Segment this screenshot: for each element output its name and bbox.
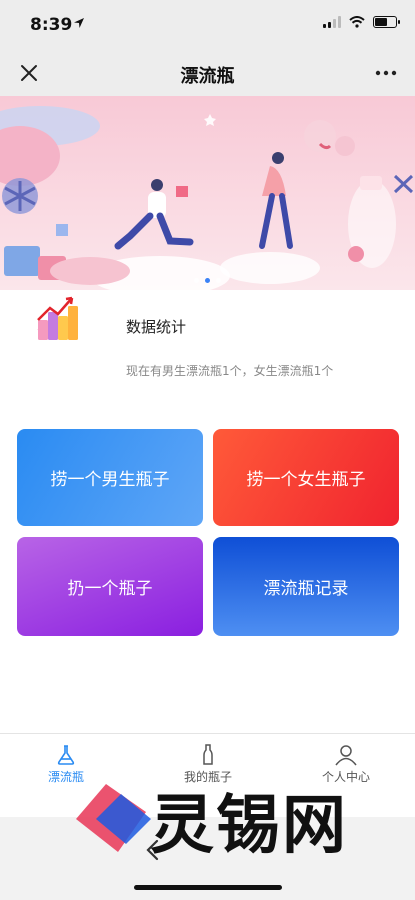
fish-male-bottle-button[interactable]: 捞一个男生瓶子 xyxy=(17,429,203,526)
flask-icon xyxy=(57,745,75,765)
carousel-dot xyxy=(216,278,221,283)
carousel-indicator xyxy=(0,278,415,283)
more-icon[interactable] xyxy=(373,60,399,86)
banner-illustration xyxy=(0,106,414,290)
page-title: 漂流瓶 xyxy=(180,66,235,87)
banner-carousel[interactable] xyxy=(0,96,415,290)
stats-title: 数据统计 xyxy=(126,318,187,336)
carousel-dot-active xyxy=(205,278,210,283)
stats-description: 现在有男生漂流瓶1个，女生漂流瓶1个 xyxy=(126,364,334,378)
bottle-icon xyxy=(203,744,213,765)
status-indicators xyxy=(323,16,400,28)
location-arrow-icon xyxy=(74,18,84,28)
watermark-text: 灵锡网 xyxy=(150,789,348,863)
fish-female-bottle-button[interactable]: 捞一个女生瓶子 xyxy=(213,429,399,526)
user-icon xyxy=(335,745,357,766)
battery-icon xyxy=(373,16,400,28)
status-bar: 8:39 xyxy=(0,0,415,50)
status-time: 8:39 xyxy=(30,15,73,35)
carousel-dot xyxy=(194,278,199,283)
home-indicator[interactable] xyxy=(134,885,282,890)
chart-icon xyxy=(37,296,78,340)
wifi-icon xyxy=(349,16,365,28)
signal-icon xyxy=(323,16,341,28)
nav-bar: 漂流瓶 xyxy=(0,50,415,96)
throw-bottle-button[interactable]: 扔一个瓶子 xyxy=(17,537,203,636)
bottle-record-button[interactable]: 漂流瓶记录 xyxy=(213,537,399,636)
